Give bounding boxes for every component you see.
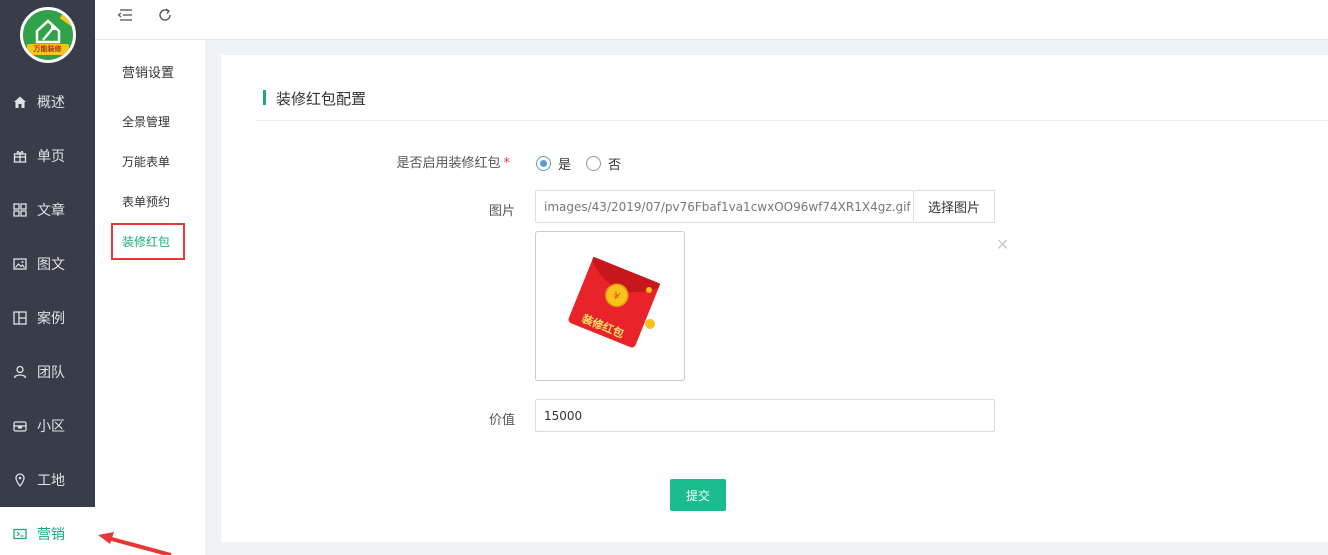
- highlight-annotation-box: [111, 223, 185, 260]
- subnav-item-panorama[interactable]: 全景管理: [122, 113, 170, 130]
- value-input[interactable]: 15000: [535, 399, 995, 432]
- refresh-button[interactable]: [156, 6, 174, 24]
- title-divider: [256, 120, 1328, 121]
- main-sidebar: 万能装修 概述 单页 文章 图文 案例 团队 小区 工地 营销: [0, 0, 95, 555]
- sidebar-item-community[interactable]: 小区: [0, 399, 95, 453]
- sidebar-item-label: 工地: [37, 473, 65, 489]
- refresh-icon: [159, 8, 171, 21]
- location-icon: [13, 473, 27, 487]
- image-icon: [13, 257, 27, 271]
- sidebar-item-gallery[interactable]: 图文: [0, 237, 95, 291]
- brand-logo: 万能装修: [19, 7, 76, 63]
- red-packet-image: ¥: [568, 256, 661, 348]
- sidebar-item-label: 小区: [37, 419, 65, 435]
- subnav-item-form-booking[interactable]: 表单预约: [122, 193, 170, 210]
- building-icon: [13, 419, 27, 433]
- radio-unchecked-icon: [586, 156, 601, 171]
- sidebar-item-label: 图文: [37, 257, 65, 273]
- value-label: 价值: [488, 413, 515, 428]
- radio-no-label: 否: [608, 158, 622, 173]
- submit-button[interactable]: 提交: [670, 479, 726, 511]
- radio-yes[interactable]: 是: [536, 154, 571, 173]
- image-thumbnail: ¥ 装修红包: [535, 231, 685, 381]
- subnav-item-universal-form[interactable]: 万能表单: [122, 153, 170, 170]
- sidebar-item-label: 概述: [37, 95, 65, 111]
- page-title: 装修红包配置: [276, 90, 367, 108]
- sidebar-item-label: 团队: [37, 365, 65, 381]
- sidebar-item-pages[interactable]: 单页: [0, 129, 95, 183]
- required-mark: *: [503, 156, 511, 171]
- title-accent-bar: [263, 90, 266, 105]
- gift-icon: [13, 149, 27, 163]
- select-image-button[interactable]: 选择图片: [914, 190, 995, 223]
- enable-label: 是否启用装修红包 *: [330, 152, 510, 171]
- sub-sidebar: 营销设置 全景管理 万能表单 表单预约 装修红包: [95, 0, 205, 555]
- sidebar-item-cases[interactable]: 案例: [0, 291, 95, 345]
- sidebar-item-label: 营销: [37, 527, 65, 543]
- menu-collapse-button[interactable]: [116, 6, 134, 24]
- remove-image-button[interactable]: ✕: [996, 235, 1009, 254]
- grid-icon: [13, 203, 27, 217]
- sidebar-item-articles[interactable]: 文章: [0, 183, 95, 237]
- sidebar-item-overview[interactable]: 概述: [0, 75, 95, 129]
- radio-checked-icon: [536, 156, 551, 171]
- user-icon: [13, 365, 27, 379]
- annotation-arrow-icon: [98, 532, 172, 555]
- menu-collapse-icon: [117, 9, 132, 21]
- logo-text: 万能装修: [26, 44, 69, 55]
- top-toolbar: [95, 0, 1328, 40]
- logo-area: 万能装修: [0, 0, 95, 70]
- home-icon: [13, 95, 27, 109]
- house-logo-icon: [35, 19, 60, 44]
- sidebar-nav: 概述 单页 文章 图文 案例 团队 小区 工地 营销: [0, 75, 95, 555]
- sidebar-item-marketing[interactable]: 营销: [0, 507, 95, 555]
- image-label: 图片: [488, 204, 515, 219]
- radio-yes-label: 是: [558, 158, 572, 173]
- sidebar-item-team[interactable]: 团队: [0, 345, 95, 399]
- subnav-title: 营销设置: [122, 66, 175, 81]
- marketing-icon: [13, 527, 27, 541]
- sidebar-item-label: 案例: [37, 311, 65, 327]
- radio-no[interactable]: 否: [586, 154, 621, 173]
- logo-tag: [59, 10, 73, 27]
- config-card: 装修红包配置 是否启用装修红包 * 是 否 图片 images/43/2019/0…: [221, 55, 1328, 542]
- enable-label-text: 是否启用装修红包: [396, 156, 501, 171]
- image-path-input[interactable]: images/43/2019/07/pv76Fbaf1va1cwxOO96wf7…: [535, 190, 914, 223]
- sidebar-item-label: 单页: [37, 149, 65, 165]
- layout-icon: [13, 311, 27, 325]
- sidebar-item-site[interactable]: 工地: [0, 453, 95, 507]
- sidebar-item-label: 文章: [37, 203, 65, 219]
